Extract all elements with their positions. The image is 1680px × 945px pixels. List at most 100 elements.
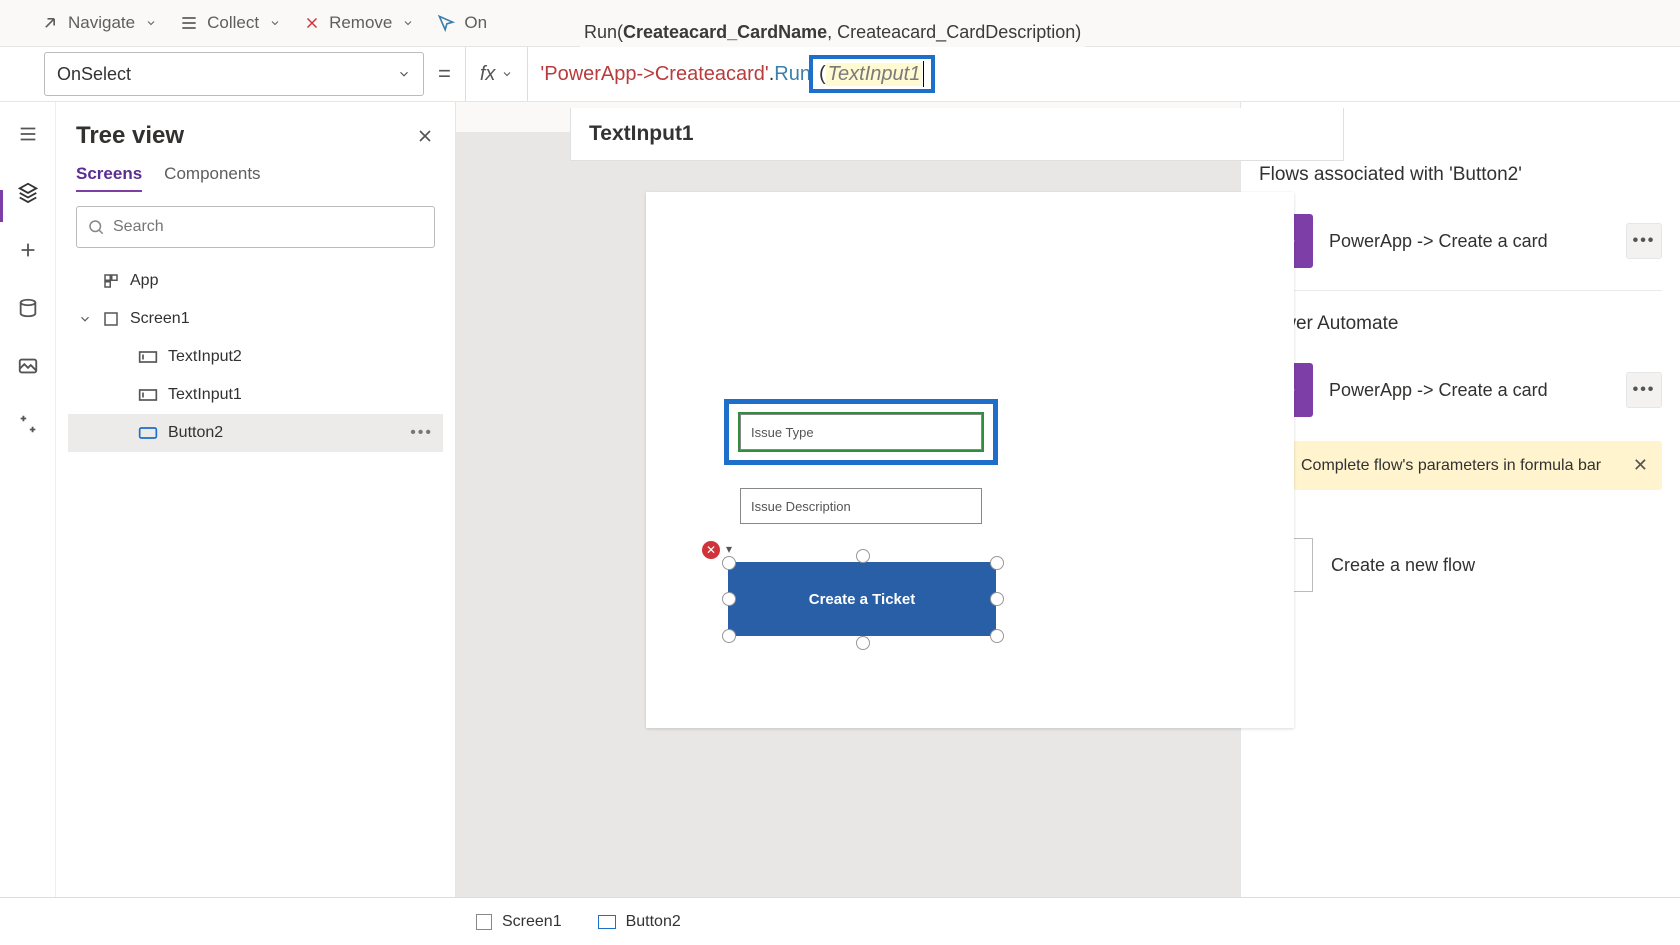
selection-handle[interactable] xyxy=(856,636,870,650)
remove-label: Remove xyxy=(329,13,392,33)
textinput-icon xyxy=(138,388,158,402)
database-icon xyxy=(17,297,39,319)
fx-button[interactable]: fx xyxy=(465,47,529,101)
tree-item-textinput2[interactable]: TextInput2 xyxy=(68,338,443,376)
intellisense-param-active: Createacard_CardName xyxy=(623,22,827,42)
selection-handle[interactable] xyxy=(722,629,736,643)
textinput1-placeholder: Issue Type xyxy=(751,425,814,440)
chevron-down-icon xyxy=(145,17,157,29)
tab-components[interactable]: Components xyxy=(164,164,260,192)
warning-close[interactable]: ✕ xyxy=(1633,455,1648,476)
screen-icon xyxy=(476,914,492,930)
breadcrumb-screen1[interactable]: Screen1 xyxy=(476,913,562,931)
flow-more-button[interactable]: ••• xyxy=(1626,372,1662,408)
tools-icon xyxy=(17,413,39,435)
warning-text: Complete flow's parameters in formula ba… xyxy=(1301,457,1601,475)
remove-menu[interactable]: Remove xyxy=(303,13,414,33)
tree-item-app[interactable]: App xyxy=(68,262,443,300)
suggestion-text: TextInput1 xyxy=(589,122,694,145)
selection-handle[interactable] xyxy=(856,549,870,563)
divider xyxy=(1259,290,1662,291)
create-new-flow[interactable]: + Create a new flow xyxy=(1259,538,1662,592)
tree-item-label: TextInput1 xyxy=(168,386,242,404)
action-truncated[interactable]: On xyxy=(436,13,487,33)
navigate-icon xyxy=(40,13,60,33)
tree-item-label: Button2 xyxy=(168,424,223,442)
tree-search[interactable] xyxy=(76,206,435,248)
error-badge[interactable]: ✕ xyxy=(702,541,720,559)
equals-sign: = xyxy=(438,61,451,87)
selection-handle[interactable] xyxy=(990,629,1004,643)
button2-label: Create a Ticket xyxy=(809,591,915,608)
intellisense-prefix: Run( xyxy=(584,22,623,42)
intellisense-rest: , Createacard_CardDescription) xyxy=(827,22,1081,42)
formula-arg-highlight: (TextInput1 xyxy=(809,55,935,93)
hamburger-button[interactable] xyxy=(14,120,42,148)
media-button[interactable] xyxy=(14,352,42,380)
canvas-textinput2[interactable]: Issue Description xyxy=(740,488,982,524)
breadcrumb-button2[interactable]: Button2 xyxy=(598,913,681,931)
tree-item-screen1[interactable]: Screen1 xyxy=(68,300,443,338)
selection-handle[interactable] xyxy=(722,592,736,606)
tree-list: App Screen1 TextInput2 TextInput1 Button… xyxy=(68,262,443,452)
insert-button[interactable] xyxy=(14,236,42,264)
canvas-textinput1[interactable]: Issue Type xyxy=(740,414,982,450)
tree-item-label: App xyxy=(130,272,158,290)
canvas-screen[interactable]: Issue Type Issue Description Create a Ti… xyxy=(646,192,1294,728)
tools-button[interactable] xyxy=(14,410,42,438)
flow-more-button[interactable]: ••• xyxy=(1626,223,1662,259)
tree-item-textinput1[interactable]: TextInput1 xyxy=(68,376,443,414)
property-selector[interactable]: OnSelect xyxy=(44,52,424,96)
automate-heading: Power Automate xyxy=(1259,313,1662,335)
collect-label: Collect xyxy=(207,13,259,33)
tree-view-panel: Tree view Screens Components App Screen1… xyxy=(56,102,456,897)
breadcrumb-label: Button2 xyxy=(626,913,681,931)
selection-handle[interactable] xyxy=(990,592,1004,606)
selection-handle[interactable] xyxy=(722,556,736,570)
tree-item-label: Screen1 xyxy=(130,310,190,328)
close-icon xyxy=(303,14,321,32)
close-icon[interactable] xyxy=(415,126,435,146)
collect-menu[interactable]: Collect xyxy=(179,13,281,33)
intellisense-tooltip: Run(Createacard_CardName, Createacard_Ca… xyxy=(580,18,1085,47)
formula-token-arg: TextInput1 xyxy=(826,63,923,86)
formula-token-open: ( xyxy=(819,63,826,86)
autocomplete-suggestion[interactable]: TextInput1 xyxy=(570,108,1344,161)
breadcrumb-bar: Screen1 Button2 xyxy=(0,897,1680,945)
app-icon xyxy=(102,272,120,290)
available-flow-item[interactable]: PowerApp -> Create a card ••• xyxy=(1259,353,1662,427)
right-data-panel: Flows associated with 'Button2' PowerApp… xyxy=(1240,102,1680,897)
tree-item-label: TextInput2 xyxy=(168,348,242,366)
textinput-icon xyxy=(138,350,158,364)
canvas-area[interactable]: Issue Type Issue Description Create a Ti… xyxy=(456,132,1240,897)
cursor-icon xyxy=(436,13,456,33)
text-caret xyxy=(923,61,924,87)
tree-view-button[interactable] xyxy=(14,178,42,206)
rail-active-indicator xyxy=(0,190,3,222)
formula-input[interactable]: 'PowerApp->Createacard'.Run(TextInput1 xyxy=(528,47,1680,101)
formula-bar: OnSelect = fx 'PowerApp->Createacard'.Ru… xyxy=(0,46,1680,102)
tab-screens[interactable]: Screens xyxy=(76,164,142,192)
tree-search-input[interactable] xyxy=(113,218,424,236)
tree-tabs: Screens Components xyxy=(68,164,443,206)
search-icon xyxy=(87,218,105,236)
flow-name: PowerApp -> Create a card xyxy=(1329,380,1548,401)
plus-icon xyxy=(17,239,39,261)
error-chevron[interactable]: ▾ xyxy=(726,542,732,556)
left-rail xyxy=(0,102,56,897)
breadcrumb-label: Screen1 xyxy=(502,913,562,931)
tree-item-button2[interactable]: Button2 ••• xyxy=(68,414,443,452)
data-button[interactable] xyxy=(14,294,42,322)
screen-icon xyxy=(102,310,120,328)
canvas-button2[interactable]: Create a Ticket xyxy=(728,562,996,636)
list-icon xyxy=(179,13,199,33)
tree-item-more[interactable]: ••• xyxy=(410,424,433,442)
action-truncated-label: On xyxy=(464,13,487,33)
chevron-down-icon xyxy=(397,67,411,81)
associated-flow-item[interactable]: PowerApp -> Create a card ••• xyxy=(1259,204,1662,278)
textinput2-placeholder: Issue Description xyxy=(751,499,851,514)
selection-handle[interactable] xyxy=(990,556,1004,570)
chevron-down-icon xyxy=(402,17,414,29)
navigate-menu[interactable]: Navigate xyxy=(40,13,157,33)
create-new-flow-label: Create a new flow xyxy=(1331,555,1475,576)
